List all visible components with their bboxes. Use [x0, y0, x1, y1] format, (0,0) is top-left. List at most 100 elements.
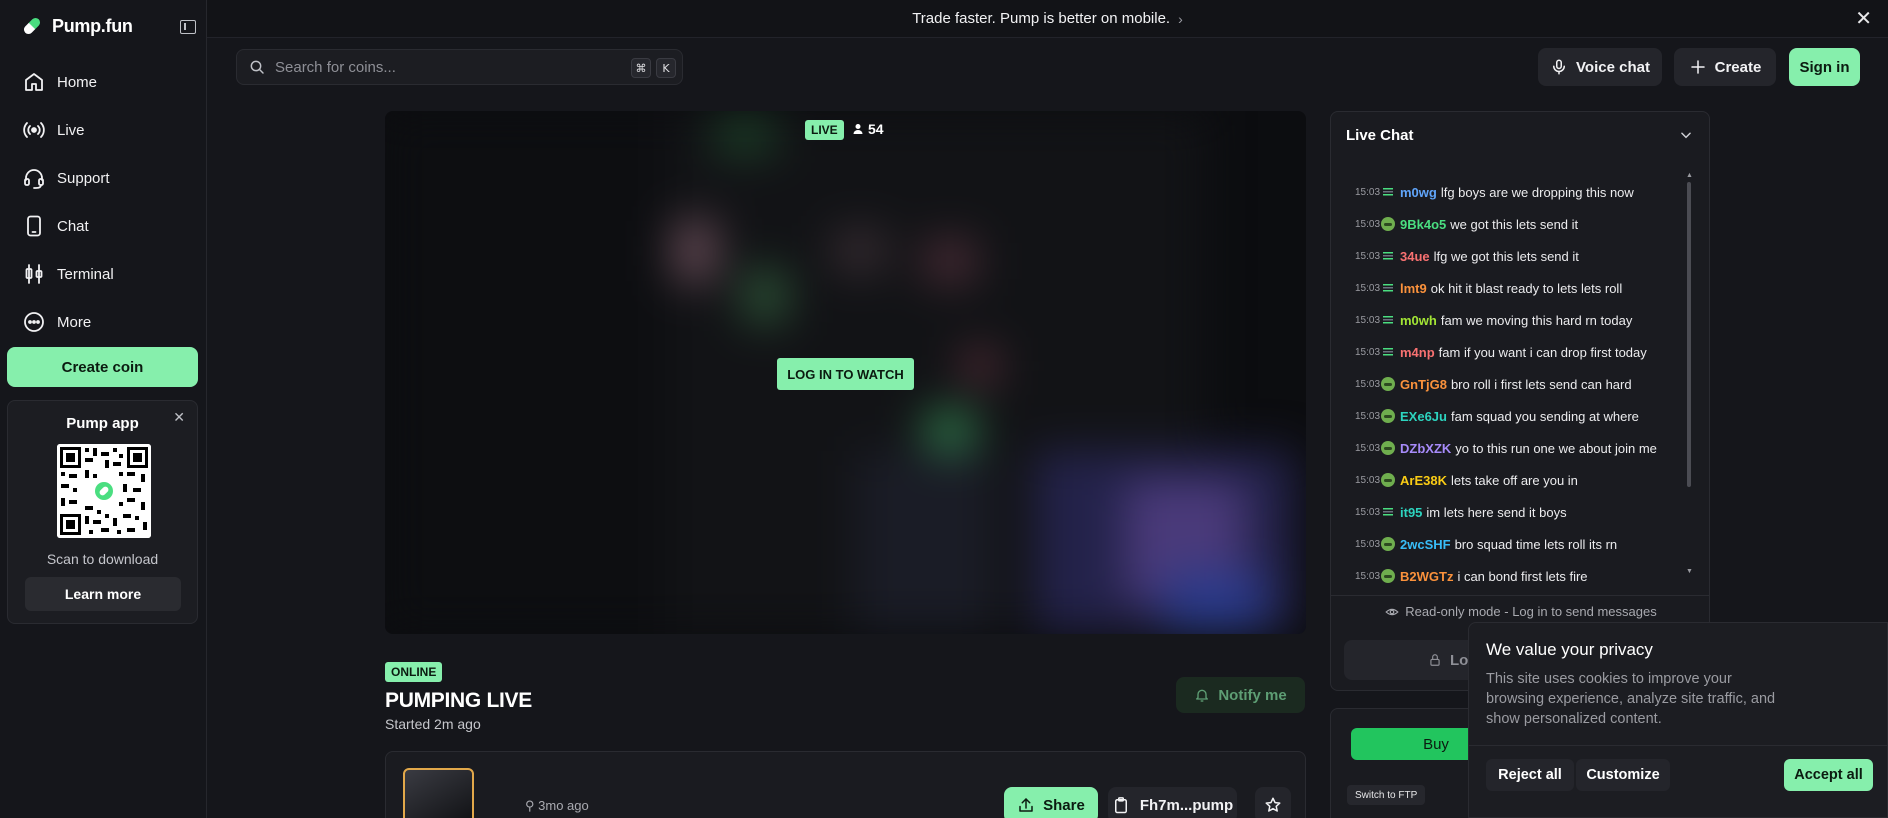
message-username[interactable]: GnTjG8 — [1400, 377, 1447, 392]
message-username[interactable]: DZbXZK — [1400, 441, 1451, 456]
chart-avatar-icon[interactable] — [1381, 185, 1395, 199]
close-icon[interactable]: ✕ — [1855, 9, 1872, 29]
message-username[interactable]: m0wh — [1400, 313, 1437, 328]
coin-thumbnail[interactable] — [403, 768, 474, 818]
chat-message: 15:03 34ue lfg we got this lets send it — [1355, 240, 1675, 272]
share-button[interactable]: Share — [1004, 787, 1098, 818]
frog-avatar-icon[interactable] — [1381, 569, 1395, 583]
message-username[interactable]: it95 — [1400, 505, 1422, 520]
message-username[interactable]: ArE38K — [1400, 473, 1447, 488]
notify-me-button[interactable]: Notify me — [1176, 677, 1305, 713]
chat-message: 15:03 m4np fam if you want i can drop firs… — [1355, 336, 1675, 368]
brand[interactable]: Pump.fun — [20, 14, 133, 38]
sidebar-item-label: Chat — [57, 217, 89, 235]
message-text: lfg we got this lets send it — [1433, 248, 1579, 264]
message-username[interactable]: m4np — [1400, 345, 1435, 360]
message-time: 15:03 — [1355, 538, 1381, 550]
chat-message: 15:03 EXe6Ju fam squad you sending at wher… — [1355, 400, 1675, 432]
scroll-down-arrow-icon[interactable]: ▼ — [1686, 568, 1693, 575]
chart-avatar-icon[interactable] — [1381, 505, 1395, 519]
message-time: 15:03 — [1355, 442, 1381, 454]
message-username[interactable]: B2WGTz — [1400, 569, 1453, 584]
message-username[interactable]: 9Bk4o5 — [1400, 217, 1446, 232]
learn-more-button[interactable]: Learn more — [25, 577, 181, 611]
message-username[interactable]: m0wg — [1400, 185, 1437, 200]
star-icon — [1265, 797, 1281, 812]
chart-avatar-icon[interactable] — [1381, 281, 1395, 295]
sidebar-item-label: More — [57, 313, 92, 331]
scan-to-download-text: Scan to download — [46, 551, 159, 567]
status-badge: ONLINE — [385, 662, 443, 682]
favorite-button[interactable] — [1255, 787, 1291, 818]
message-username[interactable]: EXe6Ju — [1400, 409, 1447, 424]
frog-avatar-icon[interactable] — [1381, 377, 1395, 391]
chart-avatar-icon[interactable] — [1381, 345, 1395, 359]
customize-button[interactable]: Customize — [1576, 759, 1670, 791]
chat-message: 15:03 lmt9 ok hit it blast ready to lets l… — [1355, 272, 1675, 304]
accept-all-button[interactable]: Accept all — [1784, 759, 1873, 791]
chart-avatar-icon[interactable] — [1381, 249, 1395, 263]
more-circle-icon — [24, 312, 44, 332]
message-time: 15:03 — [1355, 282, 1381, 294]
sign-in-button[interactable]: Sign in — [1789, 48, 1860, 86]
chat-message: 15:03 DZbXZK yo to this run one we about j… — [1355, 432, 1675, 464]
coin-card: ⚲ 3mo ago Share Fh7m...pump — [385, 751, 1306, 818]
close-icon[interactable]: ✕ — [173, 409, 185, 426]
plus-icon — [1690, 60, 1705, 74]
live-badge: LIVE — [805, 120, 844, 140]
message-text: i can bond first lets fire — [1457, 568, 1588, 584]
search-input[interactable] — [275, 58, 605, 76]
mobile-promo-banner[interactable]: Trade faster. Pump is better on mobile. … — [207, 0, 1888, 38]
sidebar-item-home[interactable]: Home — [22, 58, 114, 106]
chat-scrollbar[interactable] — [1687, 182, 1691, 487]
chat-message-list[interactable]: 15:03 m0wg lfg boys are we dropping this n… — [1355, 176, 1675, 592]
sidebar-item-chat[interactable]: Chat — [22, 202, 114, 250]
message-time: 15:03 — [1355, 410, 1381, 422]
divider — [1469, 745, 1888, 746]
chart-avatar-icon[interactable] — [1381, 313, 1395, 327]
broadcast-icon — [23, 122, 45, 138]
app-root: Pump.fun Home Live Support Chat Terminal… — [0, 0, 1888, 818]
message-text: ok hit it blast ready to lets lets roll — [1430, 280, 1623, 296]
frog-avatar-icon[interactable] — [1381, 537, 1395, 551]
sidebar-item-label: Support — [57, 169, 110, 187]
sidebar-collapse-icon[interactable] — [180, 20, 196, 34]
coin-age: ⚲ 3mo ago — [525, 798, 589, 814]
user-icon — [853, 124, 863, 134]
sidebar-item-label: Live — [57, 121, 85, 139]
frog-avatar-icon[interactable] — [1381, 217, 1395, 231]
coin-age-value: 3mo ago — [538, 798, 589, 813]
sidebar-item-more[interactable]: More — [22, 298, 114, 346]
message-time: 15:03 — [1355, 378, 1381, 390]
create-label: Create — [1714, 58, 1762, 76]
chat-message: 15:03 GnTjG8 bro roll i first lets send ca… — [1355, 368, 1675, 400]
message-username[interactable]: lmt9 — [1400, 281, 1427, 296]
sidebar-item-label: Terminal — [57, 265, 114, 283]
live-chat-title: Live Chat — [1346, 127, 1414, 144]
create-coin-button[interactable]: Create coin — [7, 347, 198, 387]
chat-message: 15:03 2wcSHF bro squad time lets roll its … — [1355, 528, 1675, 560]
chevron-down-icon[interactable] — [1679, 128, 1693, 142]
voice-chat-button[interactable]: Voice chat — [1538, 48, 1662, 86]
create-button[interactable]: Create — [1674, 48, 1776, 86]
scroll-up-arrow-icon[interactable]: ▲ — [1686, 172, 1693, 179]
sidebar-item-live[interactable]: Live — [22, 106, 114, 154]
contract-address-button[interactable]: Fh7m...pump — [1108, 787, 1237, 818]
message-username[interactable]: 2wcSHF — [1400, 537, 1451, 552]
message-username[interactable]: 34ue — [1400, 249, 1430, 264]
contract-address: Fh7m...pump — [1139, 796, 1234, 814]
video-player[interactable]: LIVE 54 LOG IN TO WATCH — [385, 111, 1306, 634]
sidebar-item-support[interactable]: Support — [22, 154, 114, 202]
phone-icon — [27, 215, 41, 237]
frog-avatar-icon[interactable] — [1381, 473, 1395, 487]
frog-avatar-icon[interactable] — [1381, 441, 1395, 455]
eye-icon — [1385, 608, 1399, 615]
chat-message: 15:03 ArE38K lets take off are you in — [1355, 464, 1675, 496]
switch-to-ftp-button[interactable]: Switch to FTP — [1347, 785, 1426, 805]
reject-all-button[interactable]: Reject all — [1486, 759, 1574, 791]
log-in-to-watch-button[interactable]: LOG IN TO WATCH — [777, 358, 914, 390]
sidebar-item-terminal[interactable]: Terminal — [22, 250, 114, 298]
candlestick-icon — [25, 264, 43, 284]
frog-avatar-icon[interactable] — [1381, 409, 1395, 423]
search-bar[interactable]: ⌘ K — [236, 49, 683, 85]
